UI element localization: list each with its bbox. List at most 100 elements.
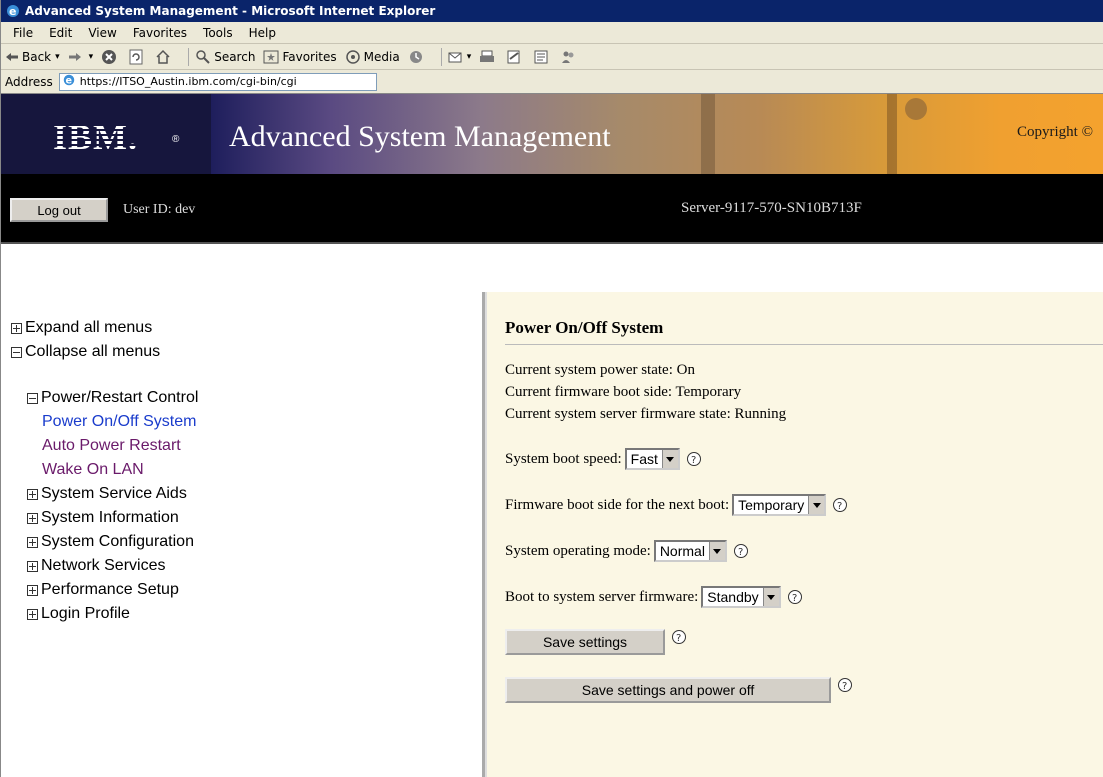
search-icon <box>196 49 210 64</box>
help-icon[interactable]: ? <box>787 589 803 605</box>
help-icon[interactable]: ? <box>686 451 702 467</box>
internet-explorer-icon: e <box>5 3 21 19</box>
save-power-off-row: Save settings and power off ? <box>505 677 1103 703</box>
media-button[interactable]: Media <box>345 49 400 65</box>
nav-system-configuration[interactable]: System Configuration <box>27 530 482 554</box>
boot-to-firmware-select[interactable]: Standby <box>701 586 781 608</box>
messenger-icon <box>562 51 574 63</box>
setting-firmware-boot-side: Firmware boot side for the next boot: Te… <box>505 493 1103 517</box>
power-state: Current system power state: On <box>505 362 695 378</box>
page-icon: e <box>62 73 76 90</box>
svg-text:?: ? <box>691 455 696 466</box>
firmware-boot-side: Current firmware boot side: Temporary <box>505 384 742 400</box>
address-bar: Address e https://ITSO_Austin.ibm.com/cg… <box>1 70 1103 94</box>
menu-help[interactable]: Help <box>241 26 284 40</box>
copyright-text: Copyright © <box>1017 124 1093 140</box>
expand-icon <box>27 512 38 524</box>
nav-power-restart-control[interactable]: Power/Restart Control <box>27 386 482 410</box>
forward-button[interactable]: ▾ <box>68 52 94 62</box>
edit-button[interactable] <box>506 49 525 65</box>
menu-tools[interactable]: Tools <box>195 26 241 40</box>
dropdown-arrow-icon <box>661 450 678 468</box>
page-title: Power On/Off System <box>505 318 1103 345</box>
nav-system-service-aids[interactable]: System Service Aids <box>27 482 482 506</box>
nav-auto-power-restart[interactable]: Auto Power Restart <box>27 434 482 458</box>
forward-arrow-icon <box>68 52 81 61</box>
refresh-icon <box>129 49 143 64</box>
toolbar-separator <box>440 47 442 66</box>
toolbar: Back ▾ ▾ Search Favorites Media ▾ <box>1 44 1103 70</box>
history-button[interactable] <box>408 49 427 65</box>
content-area: Expand all menus Collapse all menus Powe… <box>1 292 1103 777</box>
search-button[interactable]: Search <box>195 49 255 65</box>
dropdown-arrow-icon <box>708 542 725 560</box>
address-label: Address <box>5 74 53 89</box>
address-field[interactable]: e https://ITSO_Austin.ibm.com/cgi-bin/cg… <box>58 72 377 91</box>
svg-text:e: e <box>65 76 72 87</box>
menu-view[interactable]: View <box>80 26 124 40</box>
nav-login-profile[interactable]: Login Profile <box>27 602 482 626</box>
navigation-panel: Expand all menus Collapse all menus Powe… <box>1 292 485 777</box>
expand-icon <box>11 322 22 334</box>
nav-network-services[interactable]: Network Services <box>27 554 482 578</box>
stop-button[interactable] <box>101 49 120 65</box>
favorites-button[interactable]: Favorites <box>263 49 337 65</box>
help-icon[interactable]: ? <box>733 543 749 559</box>
help-icon[interactable]: ? <box>832 497 848 513</box>
stop-icon <box>102 49 117 64</box>
nav-performance-setup[interactable]: Performance Setup <box>27 578 482 602</box>
nav-power-on-off-system[interactable]: Power On/Off System <box>27 410 482 434</box>
menu-favorites[interactable]: Favorites <box>125 26 195 40</box>
discuss-button[interactable] <box>533 49 552 65</box>
dropdown-arrow-icon <box>808 496 825 514</box>
logout-button[interactable]: Log out <box>10 198 108 222</box>
window-title: Advanced System Management - Microsoft I… <box>25 4 436 18</box>
svg-text:?: ? <box>842 681 847 692</box>
header-banner: IBM. ® Advanced System Management Copyri… <box>1 94 1103 174</box>
expand-all-menus[interactable]: Expand all menus <box>11 316 482 340</box>
expand-icon <box>27 488 38 500</box>
menu-file[interactable]: File <box>5 26 41 40</box>
expand-icon <box>27 560 38 572</box>
favorites-icon <box>263 50 279 63</box>
dropdown-arrow-icon <box>762 588 779 606</box>
banner-decoration <box>887 94 897 174</box>
operating-mode-select[interactable]: Normal <box>653 540 727 562</box>
back-dropdown-icon[interactable]: ▾ <box>55 52 60 62</box>
mail-dropdown-icon[interactable]: ▾ <box>467 52 472 62</box>
status-list: Current system power state: On Current f… <box>505 359 1103 425</box>
banner-decoration <box>905 98 927 120</box>
mail-button[interactable]: ▾ <box>448 49 472 65</box>
help-icon[interactable]: ? <box>837 677 853 693</box>
collapse-all-menus[interactable]: Collapse all menus <box>11 340 482 364</box>
refresh-button[interactable] <box>128 49 147 65</box>
back-button[interactable]: Back ▾ <box>5 50 60 64</box>
expand-icon <box>27 584 38 596</box>
forward-dropdown-icon[interactable]: ▾ <box>89 52 94 62</box>
save-and-power-off-button[interactable]: Save settings and power off <box>505 677 831 703</box>
history-icon <box>409 50 422 63</box>
messenger-button[interactable] <box>560 49 579 65</box>
boot-speed-select[interactable]: Fast <box>624 448 680 470</box>
expand-icon <box>27 536 38 548</box>
print-icon <box>480 50 495 62</box>
registered-mark: ® <box>172 134 180 145</box>
save-settings-button[interactable]: Save settings <box>505 629 665 655</box>
help-icon[interactable]: ? <box>671 629 687 645</box>
setting-label: Firmware boot side for the next boot: <box>505 496 730 513</box>
banner-decoration <box>701 94 715 174</box>
menu-edit[interactable]: Edit <box>41 26 80 40</box>
save-row: Save settings ? <box>505 629 1103 655</box>
nav-wake-on-lan[interactable]: Wake On LAN <box>27 458 482 482</box>
nav-system-information[interactable]: System Information <box>27 506 482 530</box>
home-button[interactable] <box>155 49 174 65</box>
firmware-boot-side-select[interactable]: Temporary <box>732 494 827 516</box>
collapse-icon <box>11 346 22 358</box>
svg-text:?: ? <box>738 547 743 558</box>
print-button[interactable] <box>479 49 498 65</box>
svg-text:?: ? <box>837 501 842 512</box>
ibm-logo: IBM. <box>53 117 138 157</box>
toolbar-separator <box>188 47 190 66</box>
menu-bar: File Edit View Favorites Tools Help <box>1 22 1103 44</box>
firmware-state: Current system server firmware state: Ru… <box>505 406 787 422</box>
